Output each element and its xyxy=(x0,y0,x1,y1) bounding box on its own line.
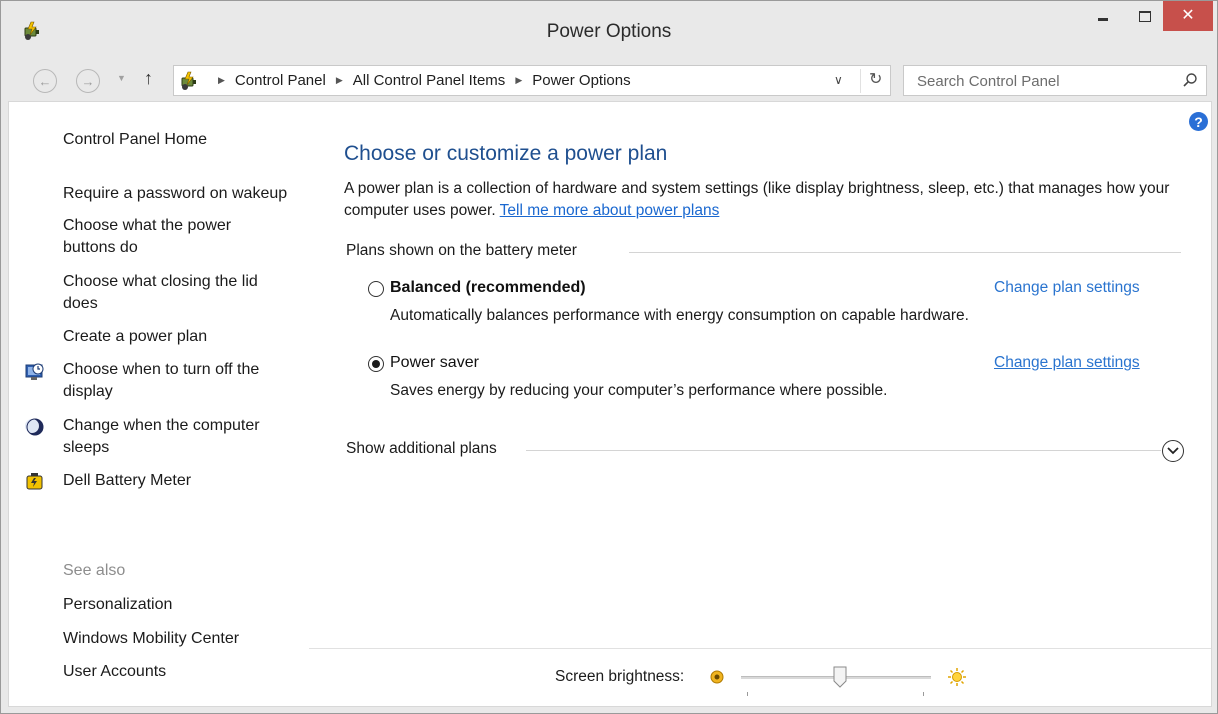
balanced-plan-description: Automatically balances performance with … xyxy=(390,307,969,324)
power-saver-plan-description: Saves energy by reducing your computer’s… xyxy=(390,382,888,399)
description-text: A power plan is a collection of hardware… xyxy=(344,180,1170,219)
dell-battery-meter-link[interactable]: Dell Battery Meter xyxy=(63,470,191,492)
maximize-icon xyxy=(1139,10,1151,22)
balanced-plan-radio[interactable] xyxy=(368,281,384,297)
address-bar[interactable]: ▶ Control Panel ▶ All Control Panel Item… xyxy=(173,65,891,96)
maximize-button[interactable] xyxy=(1122,1,1168,31)
breadcrumb-separator-icon[interactable]: ▶ xyxy=(336,75,343,86)
power-options-window: Power Options ✕ ← → ▼ ↑ ▶ Control Panel … xyxy=(0,0,1218,714)
address-dropdown-chevron-icon[interactable]: ∨ xyxy=(834,73,843,87)
window-title: Power Options xyxy=(546,21,672,42)
breadcrumb-all-items[interactable]: All Control Panel Items xyxy=(353,72,506,89)
minimize-button[interactable] xyxy=(1080,1,1126,31)
bright-sun-icon xyxy=(948,668,966,686)
breadcrumb-separator-icon[interactable]: ▶ xyxy=(218,75,225,86)
minimize-icon xyxy=(1098,17,1108,21)
power-saver-plan-radio[interactable] xyxy=(368,356,384,372)
create-power-plan-link[interactable]: Create a power plan xyxy=(63,326,207,348)
chevron-down-icon xyxy=(1167,447,1179,455)
bottom-divider xyxy=(309,648,1211,649)
computer-sleeps-link[interactable]: Change when the computer sleeps xyxy=(63,415,293,459)
navigation-bar: ← → ▼ ↑ ▶ Control Panel ▶ All Control Pa… xyxy=(1,61,1217,101)
slider-tick xyxy=(923,692,924,696)
balanced-change-settings-link[interactable]: Change plan settings xyxy=(994,279,1140,297)
back-arrow-icon: ← xyxy=(38,73,52,89)
require-password-link[interactable]: Require a password on wakeup xyxy=(63,183,313,205)
forward-button[interactable]: → xyxy=(76,69,100,93)
search-box[interactable]: Search Control Panel xyxy=(903,65,1207,96)
recent-locations-chevron-icon[interactable]: ▼ xyxy=(117,73,126,83)
brightness-slider-thumb[interactable] xyxy=(833,666,847,688)
power-saver-plan-name[interactable]: Power saver xyxy=(390,354,479,372)
breadcrumb: ▶ Control Panel ▶ All Control Panel Item… xyxy=(208,72,631,89)
up-button[interactable]: ↑ xyxy=(144,68,153,89)
breadcrumb-control-panel[interactable]: Control Panel xyxy=(235,72,326,89)
breadcrumb-power-options[interactable]: Power Options xyxy=(532,72,630,89)
forward-arrow-icon: → xyxy=(81,73,95,89)
turn-off-display-link[interactable]: Choose when to turn off the display xyxy=(63,359,293,403)
mobility-center-link[interactable]: Windows Mobility Center xyxy=(63,628,239,650)
show-additional-plans-label[interactable]: Show additional plans xyxy=(346,440,497,458)
learn-more-link[interactable]: Tell me more about power plans xyxy=(500,202,720,219)
search-icon[interactable] xyxy=(1182,72,1198,88)
breadcrumb-separator-icon[interactable]: ▶ xyxy=(515,75,522,86)
see-also-heading: See also xyxy=(63,562,126,579)
display-clock-icon xyxy=(25,363,44,380)
power-buttons-link[interactable]: Choose what the power buttons do xyxy=(63,215,263,259)
back-button[interactable]: ← xyxy=(33,69,57,93)
power-saver-change-settings-link[interactable]: Change plan settings xyxy=(994,354,1140,372)
balanced-plan-name[interactable]: Balanced (recommended) xyxy=(390,279,586,297)
plans-group-label: Plans shown on the battery meter xyxy=(346,242,577,259)
expand-additional-plans-button[interactable] xyxy=(1162,440,1184,462)
search-input[interactable]: Search Control Panel xyxy=(917,73,1060,90)
close-button[interactable]: ✕ xyxy=(1163,1,1213,31)
content-area: ? Control Panel Home Require a password … xyxy=(8,101,1212,707)
power-options-icon xyxy=(181,71,196,90)
page-title: Choose or customize a power plan xyxy=(344,142,668,165)
slider-tick xyxy=(747,692,748,696)
help-icon[interactable]: ? xyxy=(1189,112,1208,131)
sleep-moon-icon xyxy=(25,418,44,436)
dell-battery-meter-icon xyxy=(26,473,43,490)
title-bar: Power Options ✕ xyxy=(1,1,1217,61)
page-description: A power plan is a collection of hardware… xyxy=(344,178,1194,222)
user-accounts-link[interactable]: User Accounts xyxy=(63,661,166,683)
group-divider xyxy=(629,252,1181,253)
additional-plans-divider xyxy=(526,450,1161,451)
refresh-icon[interactable]: ↻ xyxy=(860,69,882,93)
screen-brightness-label: Screen brightness: xyxy=(555,668,685,685)
control-panel-home-link[interactable]: Control Panel Home xyxy=(63,129,207,151)
personalization-link[interactable]: Personalization xyxy=(63,594,172,616)
closing-lid-link[interactable]: Choose what closing the lid does xyxy=(63,271,288,315)
dim-brightness-icon xyxy=(710,670,724,684)
close-icon: ✕ xyxy=(1181,7,1195,24)
